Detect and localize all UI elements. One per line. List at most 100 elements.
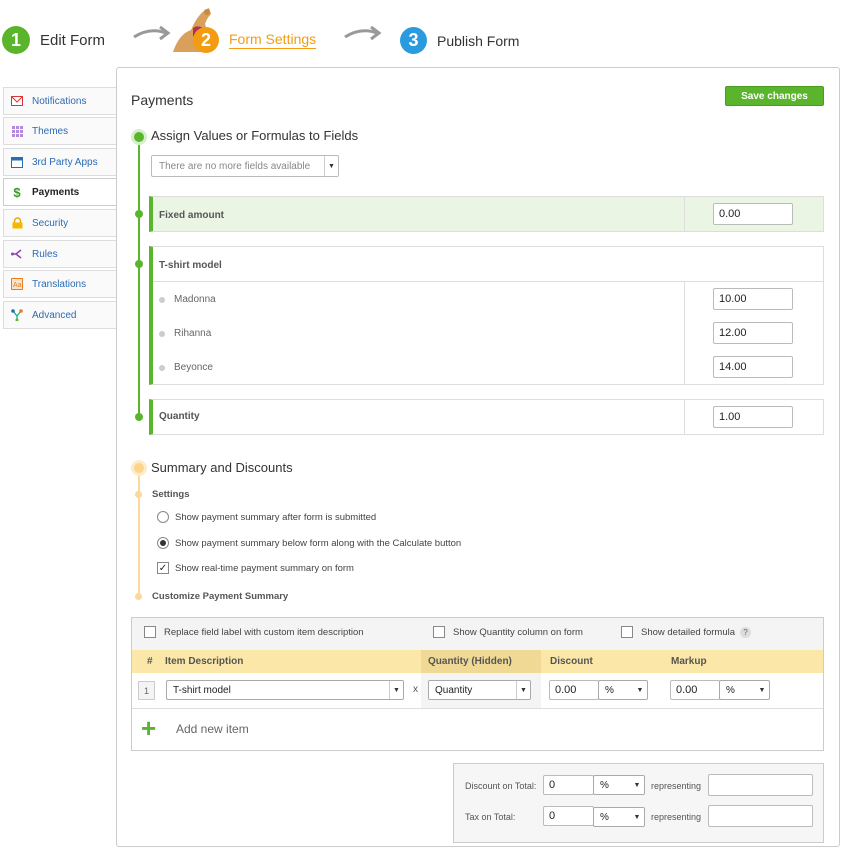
markup-input[interactable]: 0.00 [670,680,720,700]
option-label: Show detailed formula [641,626,735,638]
settings-label: Settings [152,489,190,500]
chevron-down-icon: ▼ [324,156,338,176]
checkbox[interactable] [144,626,156,638]
step-2-badge: 2 [193,27,219,53]
wizard-step-edit-form[interactable]: 1 Edit Form [2,26,105,54]
sidebar-item-security[interactable]: Security [3,209,117,237]
row-number: 1 [138,681,155,700]
section-collapse-icon[interactable] [131,460,147,476]
chevron-down-icon: ▼ [636,686,644,694]
fixed-amount-input[interactable]: 0.00 [713,203,793,225]
option-label: Show payment summary below form along wi… [175,537,462,549]
option-label: Show payment summary after form is submi… [175,511,377,523]
bullet-icon [159,331,165,337]
timeline-dot [135,210,143,218]
sidebar-item-3rd-party-apps[interactable]: 3rd Party Apps [3,148,117,176]
option-show-quantity[interactable]: Show Quantity column on form [433,626,583,638]
option-detailed-formula[interactable]: Show detailed formula ? [621,626,751,638]
sidebar-item-label: Advanced [32,309,77,321]
tshirt-model-label: T-shirt model [159,260,222,271]
option-below-form[interactable]: Show payment summary below form along wi… [157,537,461,549]
chevron-down-icon: ▼ [758,686,766,694]
timeline-line [138,470,140,598]
assign-values-heading: Assign Values or Formulas to Fields [151,128,359,143]
option-value-input[interactable]: 14.00 [713,356,793,378]
col-markup: Markup [671,656,707,667]
discount-unit-select[interactable]: % ▼ [598,680,648,700]
markup-unit-select[interactable]: % ▼ [719,680,770,700]
sidebar-item-advanced[interactable]: Advanced [3,301,117,329]
option-label: Show Quantity column on form [453,626,583,638]
multiply-sign: x [413,684,418,695]
save-changes-button[interactable]: Save changes [725,86,824,106]
sidebar-item-notifications[interactable]: Notifications [3,87,117,115]
chevron-down-icon: ▼ [633,781,641,789]
discount-total-input[interactable]: 0 [543,775,594,795]
chevron-down-icon: ▼ [389,681,403,699]
tax-total-label: Tax on Total: [465,812,516,822]
col-item-description: Item Description [165,656,244,667]
lock-icon [11,217,23,229]
quantity-select[interactable]: Quantity ▼ [428,680,531,700]
sidebar-item-label: Themes [32,125,69,137]
add-new-item-link[interactable]: Add new item [176,722,249,736]
dollar-icon: $ [13,184,21,200]
arrow-right-icon [343,23,383,49]
sidebar-item-label: Translations [32,278,87,290]
window-icon [11,156,23,168]
discount-representing-input[interactable] [708,774,813,796]
fixed-amount-label: Fixed amount [159,210,225,221]
plus-icon[interactable]: + [141,715,163,741]
discount-input[interactable]: 0.00 [549,680,599,700]
quantity-label: Quantity [159,411,200,422]
checkbox[interactable] [433,626,445,638]
tax-representing-input[interactable] [708,805,813,827]
option-real-time[interactable]: ✓ Show real-time payment summary on form [157,562,354,574]
branch-icon [11,248,23,260]
representing-label: representing [651,812,702,822]
select-value: % [605,684,614,696]
grid-icon [11,125,23,137]
dropdown-text: There are no more fields available [159,160,311,172]
sidebar-item-label: Rules [32,248,58,260]
option-value-input[interactable]: 12.00 [713,322,793,344]
checkbox[interactable] [621,626,633,638]
discount-total-unit-select[interactable]: % ▼ [593,775,645,795]
step-3-badge: 3 [400,27,427,54]
customize-summary-label: Customize Payment Summary [152,591,289,602]
sidebar-item-translations[interactable]: Aa Translations [3,270,117,298]
wizard-step-publish-form[interactable]: 3 Publish Form [400,27,519,54]
option-after-submit[interactable]: Show payment summary after form is submi… [157,511,376,523]
item-description-select[interactable]: T-shirt model ▼ [166,680,404,700]
chevron-down-icon: ▼ [516,681,530,699]
envelope-icon [11,95,23,107]
summary-heading: Summary and Discounts [151,460,293,475]
help-icon[interactable]: ? [740,626,751,638]
option-label: Replace field label with custom item des… [164,626,364,638]
field-select-dropdown[interactable]: There are no more fields available ▼ [151,155,339,177]
option-replace-label[interactable]: Replace field label with custom item des… [144,626,364,638]
option-value-input[interactable]: 10.00 [713,288,793,310]
radio-button-selected[interactable] [157,537,169,549]
timeline-dot [135,413,143,421]
section-expand-icon[interactable] [131,129,147,145]
divider [153,281,823,282]
tax-total-unit-select[interactable]: % ▼ [593,807,645,827]
timeline-line [138,138,140,418]
divider [132,708,823,709]
tax-total-input[interactable]: 0 [543,806,594,826]
divider [684,197,685,231]
sidebar-item-rules[interactable]: Rules [3,240,117,268]
wizard-step-form-settings[interactable]: 2 Form Settings [193,27,317,53]
option-label: Rihanna [174,328,212,339]
quantity-input[interactable]: 1.00 [713,406,793,428]
select-value: % [600,811,609,823]
sidebar-item-label: 3rd Party Apps [32,156,98,168]
checkbox-checked[interactable]: ✓ [157,562,169,574]
radio-button[interactable] [157,511,169,523]
representing-label: representing [651,781,702,791]
sidebar-item-payments[interactable]: $ Payments [3,178,117,206]
step-2-label: Form Settings [229,31,317,49]
sidebar-item-themes[interactable]: Themes [3,117,117,145]
translate-icon: Aa [11,278,23,290]
